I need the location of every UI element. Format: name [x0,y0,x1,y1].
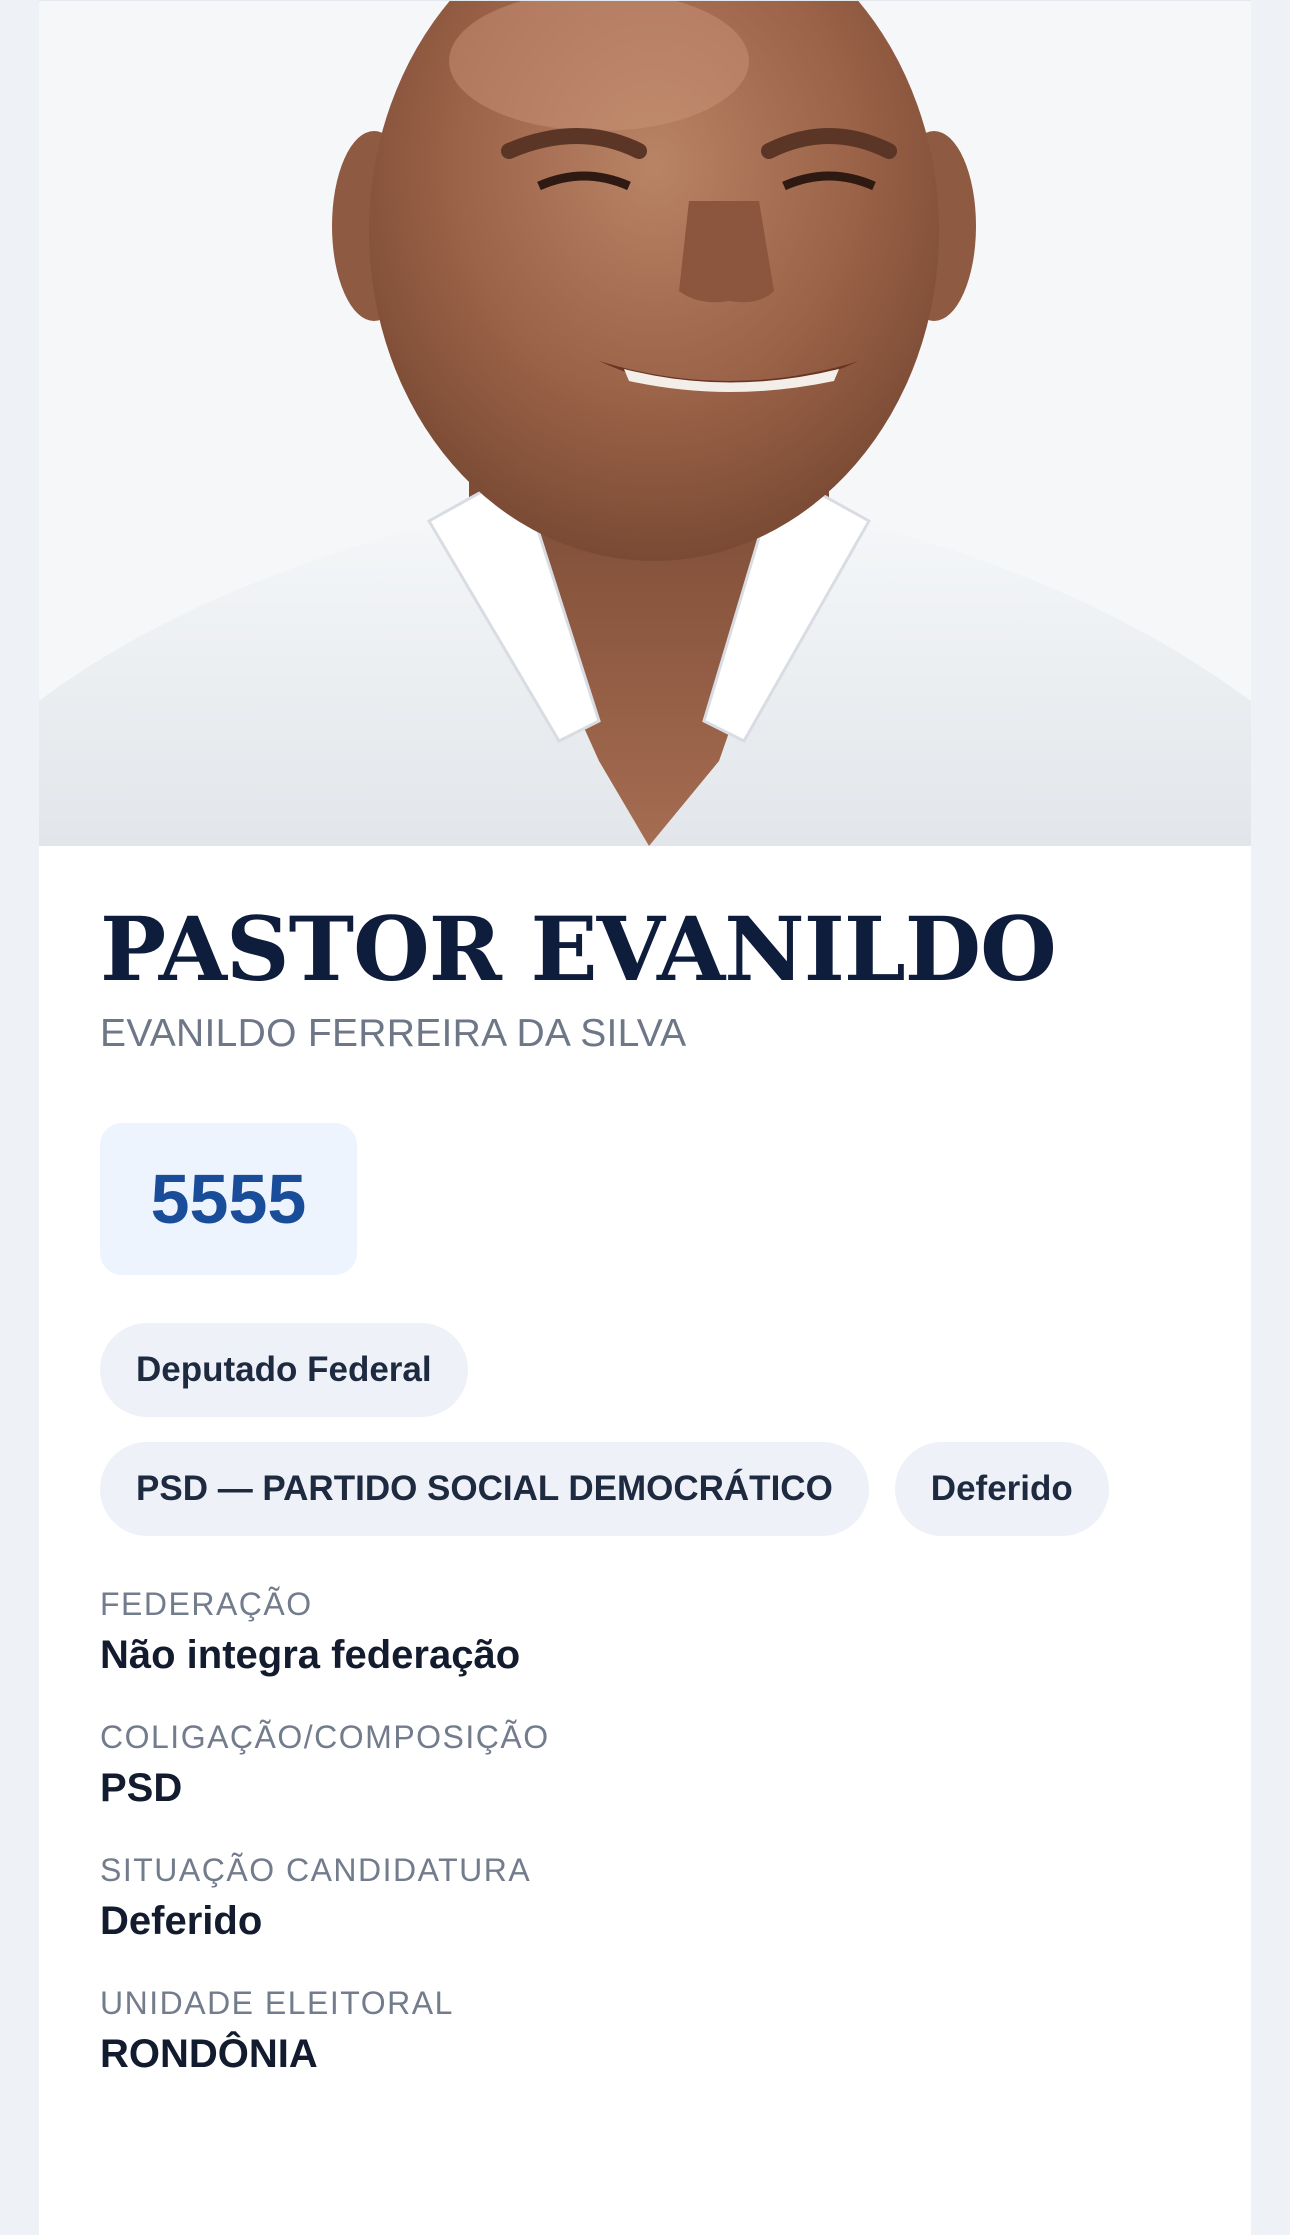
field-coligacao: COLIGAÇÃO/COMPOSIÇÃO PSD [100,1719,1200,1811]
candidate-full-name: EVANILDO FERREIRA DA SILVA [100,1011,687,1055]
field-value: Não integra federação [100,1632,521,1677]
candidate-number-badge: 5555 [100,1122,357,1275]
field-situacao: SITUAÇÃO CANDIDATURA Deferido [100,1852,1200,1944]
candidate-photo [39,1,1251,846]
office-chip: Deputado Federal [100,1322,468,1417]
candidate-card: PASTOR EVANILDO EVANILDO FERREIRA DA SIL… [39,0,1251,2235]
status-chip: Deferido [894,1441,1109,1536]
field-value: PSD [100,1765,183,1810]
field-value: RONDÔNIA [100,2031,318,2076]
field-label: COLIGAÇÃO/COMPOSIÇÃO [100,1718,550,1755]
field-label: FEDERAÇÃO [100,1585,313,1622]
field-label: UNIDADE ELEITORAL [100,1984,454,2021]
field-federacao: FEDERAÇÃO Não integra federação [100,1586,1200,1678]
field-value: Deferido [100,1898,263,1943]
candidate-details: PASTOR EVANILDO EVANILDO FERREIRA DA SIL… [100,901,1200,2118]
party-chip: PSD — PARTIDO SOCIAL DEMOCRÁTICO [100,1441,869,1536]
chip-group: Deputado Federal PSD — PARTIDO SOCIAL DE… [100,1322,1200,1536]
field-unidade-eleitoral: UNIDADE ELEITORAL RONDÔNIA [100,1985,1200,2077]
info-fields: FEDERAÇÃO Não integra federação COLIGAÇÃ… [100,1586,1200,2077]
candidate-number: 5555 [150,1159,307,1238]
candidate-display-name: PASTOR EVANILDO [100,897,1057,1001]
field-label: SITUAÇÃO CANDIDATURA [100,1851,532,1888]
